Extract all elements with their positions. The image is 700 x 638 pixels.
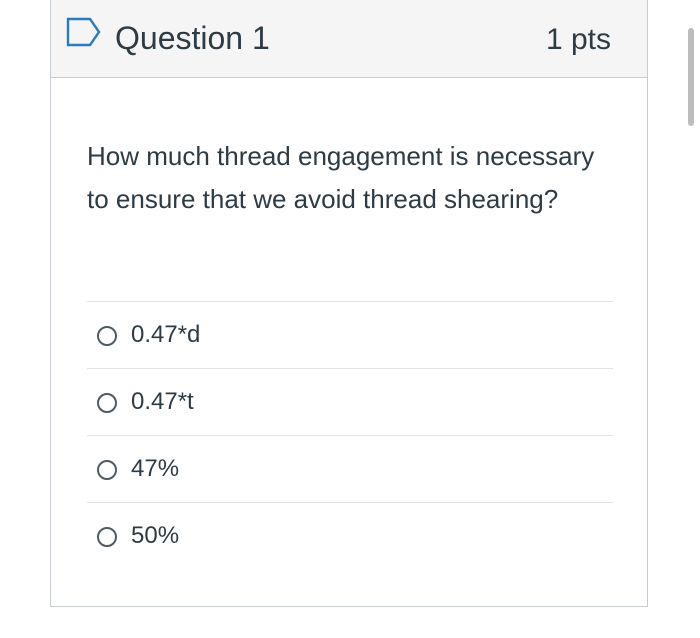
answer-list: 0.47*d 0.47*t 47% 50% — [87, 301, 613, 569]
question-title: Question 1 — [115, 20, 270, 56]
question-points: 1 pts — [545, 23, 611, 56]
radio-icon[interactable] — [97, 527, 117, 547]
answer-option[interactable]: 0.47*d — [87, 301, 613, 368]
radio-icon[interactable] — [97, 393, 117, 413]
question-header: Question 1 1 pts — [51, 0, 647, 78]
answer-option[interactable]: 47% — [87, 435, 613, 502]
answer-label[interactable]: 47% — [131, 453, 179, 485]
scrollbar-thumb[interactable] — [688, 28, 694, 126]
question-text: How much thread engagement is necessary … — [87, 141, 595, 214]
answer-label[interactable]: 0.47*d — [131, 319, 200, 351]
answer-option[interactable]: 0.47*t — [87, 368, 613, 435]
answer-label[interactable]: 50% — [131, 520, 179, 552]
answer-option[interactable]: 50% — [87, 502, 613, 569]
question-card: Question 1 1 pts How much thread engagem… — [50, 0, 648, 607]
flag-icon[interactable] — [66, 17, 102, 47]
quiz-page: Question 1 1 pts How much thread engagem… — [0, 0, 700, 638]
radio-icon[interactable] — [97, 326, 117, 346]
answer-label[interactable]: 0.47*t — [131, 386, 194, 418]
radio-icon[interactable] — [97, 460, 117, 480]
